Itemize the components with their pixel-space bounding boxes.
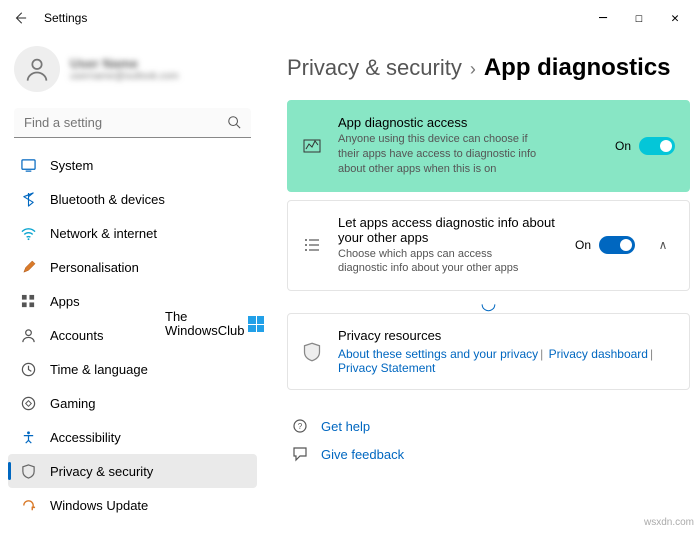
toggle-let-apps[interactable]	[599, 236, 635, 254]
link-privacy-dashboard[interactable]: Privacy dashboard	[549, 347, 648, 361]
sidebar-item-label: Accounts	[50, 328, 103, 343]
search-input[interactable]	[14, 108, 251, 138]
toggle-state: On	[615, 139, 631, 153]
sidebar-item-label: Network & internet	[50, 226, 157, 241]
card-privacy-resources: Privacy resources About these settings a…	[287, 313, 690, 390]
sidebar-item-gaming[interactable]: Gaming	[8, 386, 257, 420]
maximize-button[interactable]: ☐	[630, 9, 648, 27]
sidebar-item-label: Privacy & security	[50, 464, 153, 479]
apps-icon	[20, 293, 36, 309]
gaming-icon	[20, 395, 36, 411]
help-icon: ?	[291, 418, 309, 434]
sidebar-item-network[interactable]: Network & internet	[8, 216, 257, 250]
link-about-settings[interactable]: About these settings and your privacy	[338, 347, 538, 361]
card-diagnostic-access[interactable]: App diagnostic access Anyone using this …	[287, 100, 690, 192]
feedback-icon	[291, 446, 309, 462]
brush-icon	[20, 259, 36, 275]
sidebar-item-privacy[interactable]: Privacy & security	[8, 454, 257, 488]
close-button[interactable]: ✕	[666, 9, 684, 27]
sidebar-item-label: Bluetooth & devices	[50, 192, 165, 207]
sidebar-item-label: Personalisation	[50, 260, 139, 275]
card-title: Privacy resources	[338, 328, 675, 343]
clock-icon	[20, 361, 36, 377]
update-icon	[20, 497, 36, 513]
source-watermark: wsxdn.com	[644, 517, 694, 528]
minimize-button[interactable]: ─	[594, 9, 612, 27]
sidebar-item-label: System	[50, 158, 93, 173]
give-feedback-link[interactable]: Give feedback	[321, 447, 404, 462]
watermark: The WindowsClub	[165, 310, 264, 339]
toggle-diagnostic-access[interactable]	[639, 137, 675, 155]
user-name: User Name	[70, 56, 179, 71]
window-title: Settings	[44, 11, 87, 25]
accessibility-icon	[20, 429, 36, 445]
sidebar-item-label: Windows Update	[50, 498, 148, 513]
toggle-state: On	[575, 238, 591, 252]
windows-logo-icon	[248, 316, 264, 332]
shield-icon	[20, 463, 36, 479]
bluetooth-icon	[20, 191, 36, 207]
card-desc: Anyone using this device can choose if t…	[338, 132, 538, 177]
sidebar-item-label: Gaming	[50, 396, 96, 411]
sidebar-item-label: Accessibility	[50, 430, 121, 445]
avatar	[14, 46, 60, 92]
page-title: App diagnostics	[484, 54, 671, 82]
list-icon	[302, 236, 322, 254]
sidebar-item-label: Apps	[50, 294, 80, 309]
back-button[interactable]	[8, 6, 32, 30]
chevron-up-icon[interactable]: ∧	[651, 238, 675, 252]
search-icon	[227, 115, 241, 132]
card-let-apps[interactable]: Let apps access diagnostic info about yo…	[287, 200, 690, 292]
card-title: App diagnostic access	[338, 115, 599, 130]
get-help-link[interactable]: Get help	[321, 419, 370, 434]
breadcrumb-parent[interactable]: Privacy & security	[287, 55, 462, 81]
sidebar-item-bluetooth[interactable]: Bluetooth & devices	[8, 182, 257, 216]
chevron-right-icon: ›	[470, 59, 476, 80]
user-email: username@outlook.com	[70, 71, 179, 82]
sidebar-item-label: Time & language	[50, 362, 148, 377]
card-desc: Choose which apps can access diagnostic …	[338, 247, 538, 277]
user-account[interactable]: User Name username@outlook.com	[8, 42, 257, 100]
system-icon	[20, 157, 36, 173]
sidebar-item-system[interactable]: System	[8, 148, 257, 182]
card-title: Let apps access diagnostic info about yo…	[338, 215, 559, 245]
accounts-icon	[20, 327, 36, 343]
loading-spinner: ◡	[287, 299, 690, 313]
shield-icon	[302, 342, 322, 362]
sidebar-item-accessibility[interactable]: Accessibility	[8, 420, 257, 454]
sidebar: User Name username@outlook.com System Bl…	[0, 36, 265, 534]
sidebar-item-update[interactable]: Windows Update	[8, 488, 257, 522]
link-privacy-statement[interactable]: Privacy Statement	[338, 361, 435, 375]
sidebar-item-personalisation[interactable]: Personalisation	[8, 250, 257, 284]
chart-icon	[302, 137, 322, 155]
svg-text:?: ?	[298, 422, 303, 431]
wifi-icon	[20, 225, 36, 241]
sidebar-item-time[interactable]: Time & language	[8, 352, 257, 386]
